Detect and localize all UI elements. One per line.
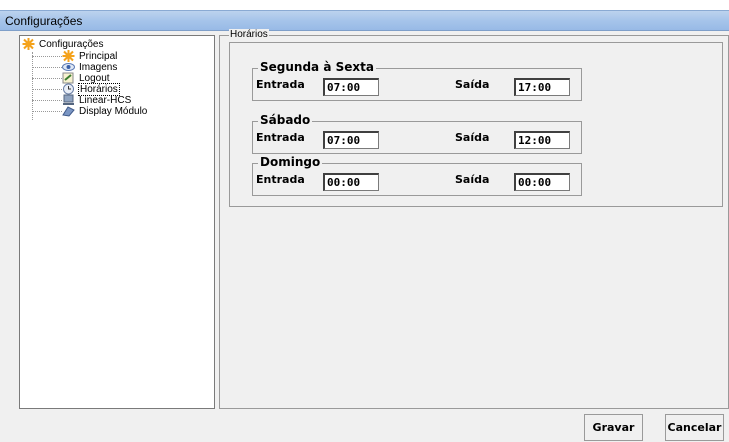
entrada-label: Entrada — [256, 78, 305, 91]
saturday-saida-input[interactable] — [514, 131, 570, 149]
group-saturday: Sábado Entrada Saída — [252, 113, 582, 154]
tree-connector — [32, 56, 62, 57]
settings-tree[interactable]: Configurações Principal Imagens Logout H… — [19, 35, 215, 409]
window-titlebar: Configurações — [0, 10, 729, 31]
group-weekdays: Segunda à Sexta Entrada Saída — [252, 60, 582, 101]
tree-item-label: Imagens — [79, 62, 118, 73]
sunday-saida-input[interactable] — [514, 173, 570, 191]
saida-label: Saída — [455, 173, 490, 186]
tree-connector — [32, 100, 62, 101]
display-icon — [62, 105, 75, 117]
horarios-panel-title: Horários — [229, 29, 269, 40]
tree-connector — [32, 89, 62, 90]
tree-connector — [32, 78, 62, 79]
group-title: Sábado — [258, 113, 313, 127]
tree-connector — [32, 52, 33, 120]
tree-item-label: Principal — [79, 51, 118, 62]
tree-item-label: Linear-HCS — [79, 95, 132, 106]
group-title: Segunda à Sexta — [258, 60, 376, 74]
saida-label: Saída — [455, 78, 490, 91]
sunday-entrada-input[interactable] — [323, 173, 379, 191]
group-sunday: Domingo Entrada Saída — [252, 155, 582, 196]
top-gap — [0, 0, 729, 10]
cancel-button[interactable]: Cancelar — [665, 414, 724, 441]
weekdays-saida-input[interactable] — [514, 78, 570, 96]
tree-root-label: Configurações — [39, 39, 104, 50]
saturday-entrada-input[interactable] — [323, 131, 379, 149]
save-button[interactable]: Gravar — [584, 414, 643, 441]
entrada-label: Entrada — [256, 173, 305, 186]
tree-connector — [32, 67, 62, 68]
tree-item-label: Display Módulo — [79, 106, 148, 117]
weekdays-entrada-input[interactable] — [323, 78, 379, 96]
schedule-frame: Segunda à Sexta Entrada Saída Sábado Ent… — [229, 42, 723, 207]
horarios-panel: Horários Segunda à Sexta Entrada Saída S… — [219, 29, 729, 409]
entrada-label: Entrada — [256, 131, 305, 144]
window-title: Configurações — [5, 14, 83, 28]
tree-connector — [32, 111, 62, 112]
group-title: Domingo — [258, 155, 323, 169]
saida-label: Saída — [455, 131, 490, 144]
gear-star-icon — [22, 38, 35, 50]
